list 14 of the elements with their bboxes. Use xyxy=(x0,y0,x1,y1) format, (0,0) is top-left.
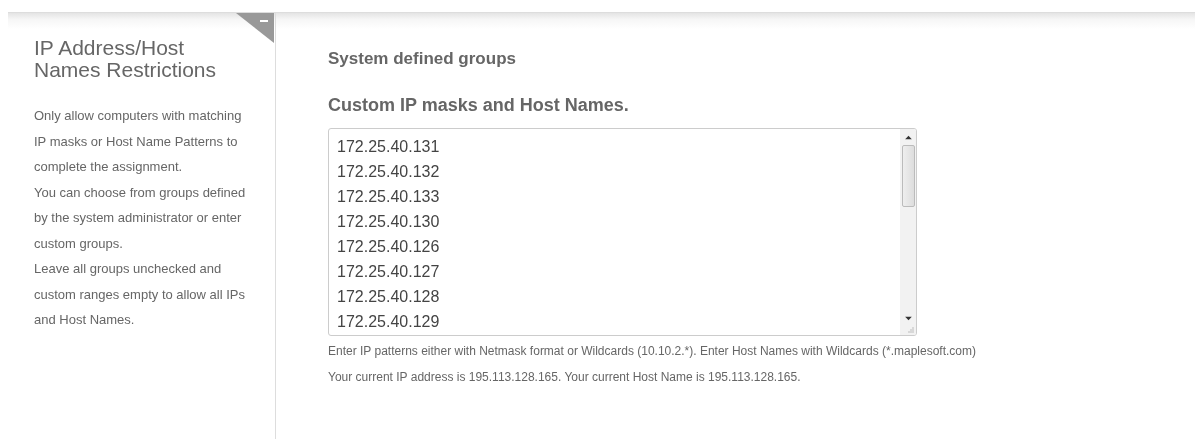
current-ip-text: Your current IP address is 195.113.128.165. Your current Host Name is 195.113.128.165. xyxy=(328,370,802,384)
scroll-up-icon[interactable] xyxy=(904,135,912,140)
description-text: Only allow computers with matching IP masks or Host Name Patterns to complete the assignment. xyxy=(34,107,243,176)
scroll-down-icon[interactable] xyxy=(904,316,912,321)
section-heading: System defined groups xyxy=(328,49,517,69)
description-text: Leave all groups unchecked and custom ranges empty to allow all IPs and Host Names. xyxy=(34,260,246,329)
scrollbar-thumb[interactable] xyxy=(901,145,915,207)
custom-masks-field[interactable]: 172.25.40.131 172.25.40.132 172.25.40.133 172.25.40.130 172.25.40.126 172.25.40.127 172.25.40.128 172.25.40.129 xyxy=(328,128,917,336)
description-text: You can choose from groups defined by the system administrator or enter custom groups. xyxy=(34,183,246,253)
scrollbar[interactable] xyxy=(900,129,916,335)
section-heading: Custom IP masks and Host Names. xyxy=(328,95,630,116)
resize-grip-icon[interactable] xyxy=(906,325,914,333)
sidebar-title: IP Address/Host Names Restrictions xyxy=(34,37,218,81)
help-text: Enter IP patterns either with Netmask format or Wildcards (10.10.2.*). Enter Host Names with Wildcards (*.maplesoft.com) xyxy=(328,344,977,358)
